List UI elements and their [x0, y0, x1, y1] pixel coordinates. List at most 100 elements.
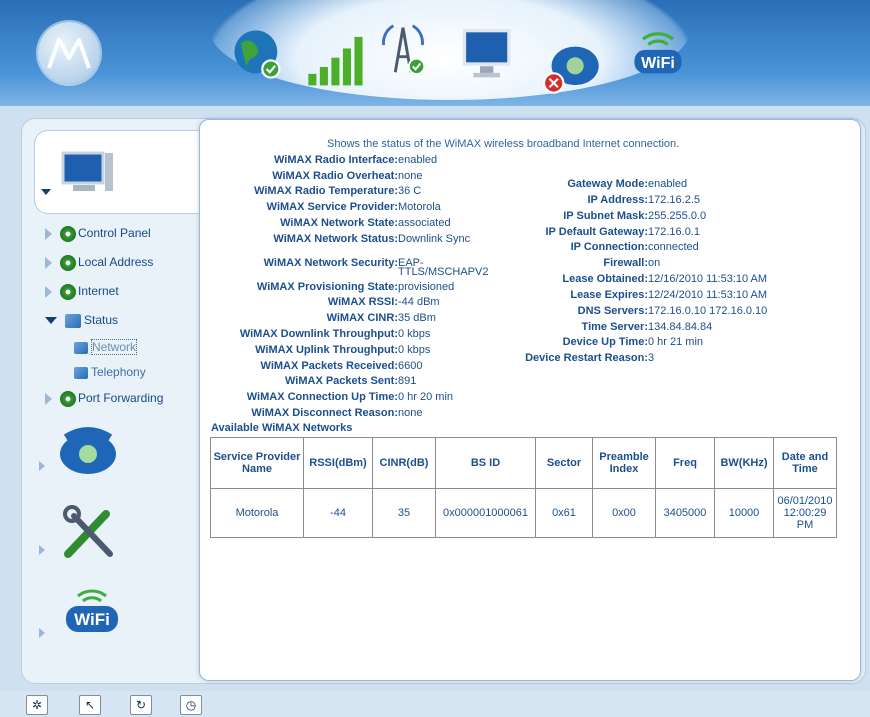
phone-error-icon[interactable]	[543, 38, 603, 98]
field-value: none	[398, 407, 423, 419]
status-icon	[74, 366, 88, 379]
page-description: Shows the status of the WiMAX wireless b…	[327, 138, 680, 150]
expand-icon[interactable]	[39, 461, 45, 471]
motorola-logo-icon	[38, 22, 100, 84]
sparkle-icon[interactable]: ✲	[26, 695, 48, 715]
tools-icon[interactable]	[60, 504, 120, 560]
column-header: Sector	[535, 437, 593, 489]
globe-check-icon[interactable]	[228, 24, 288, 84]
field-value: enabled	[398, 154, 438, 166]
expand-icon	[45, 393, 52, 405]
clock-icon[interactable]: ◷	[180, 695, 202, 715]
column-header: RSSI(dBm)	[303, 437, 373, 489]
field-label: WiMAX Network State:	[280, 217, 398, 229]
sidebar-subitem-network[interactable]: Network	[74, 339, 138, 355]
field-value: Motorola	[398, 201, 441, 213]
field-value: 0 hr 21 min	[648, 336, 704, 348]
field-label: IP Address:	[587, 194, 648, 206]
field-label: Device Up Time:	[562, 336, 648, 348]
table-cell: 0x000001000061	[435, 488, 536, 538]
field-value: provisioned	[398, 281, 455, 293]
table-cell: 06/01/2010 12:00:29 PM	[773, 488, 837, 538]
table-cell: -44	[303, 488, 373, 538]
field-value: 891	[398, 375, 417, 387]
table-cell: 10000	[714, 488, 774, 538]
field-value: 35 dBm	[398, 312, 436, 324]
field-value: associated	[398, 217, 451, 229]
sidebar-item-control-panel[interactable]: Control Panel	[45, 226, 151, 242]
field-value: 3	[648, 352, 655, 364]
field-value: 12/24/2010 11:53:10 AM	[648, 289, 768, 301]
field-value: 255.255.0.0	[648, 210, 707, 222]
field-label: WiMAX Network Status:	[273, 233, 398, 245]
status-icon	[74, 341, 88, 354]
field-value: 36 C	[398, 185, 422, 197]
table-cell: 0x61	[535, 488, 593, 538]
gear-icon	[60, 391, 76, 407]
column-header: BW(KHz)	[714, 437, 774, 489]
field-label: IP Default Gateway:	[545, 226, 649, 238]
header-banner	[0, 0, 870, 106]
collapse-icon	[45, 317, 57, 325]
wifi-icon[interactable]: WiFi	[60, 584, 124, 636]
table-cell: Motorola	[210, 488, 304, 538]
field-label: WiMAX Uplink Throughput:	[255, 344, 398, 356]
field-value: 172.16.0.1	[648, 226, 700, 238]
computer-icon	[61, 151, 113, 191]
field-label: WiMAX Network Security:	[263, 257, 398, 269]
field-label: WiMAX Packets Received:	[260, 360, 398, 372]
table-cell: 35	[372, 488, 436, 538]
field-label: WiMAX Radio Overheat:	[272, 170, 398, 182]
expand-icon[interactable]	[39, 628, 45, 638]
networks-table: Service Provider Name RSSI(dBm) CINR(dB)…	[210, 437, 837, 538]
tower-check-icon[interactable]	[373, 18, 433, 78]
expand-icon[interactable]	[39, 545, 45, 555]
field-value: 12/16/2010 11:53:10 AM	[648, 273, 768, 285]
table-cell: 0x00	[592, 488, 656, 538]
sidebar-item-label: Internet	[78, 284, 119, 299]
field-label: Time Server:	[581, 321, 648, 333]
svg-text:WiFi: WiFi	[641, 54, 675, 72]
field-value: none	[398, 170, 423, 182]
field-label: WiMAX CINR:	[326, 312, 398, 324]
refresh-icon[interactable]: ↻	[130, 695, 152, 715]
sidebar-item-label: Status	[84, 313, 119, 327]
wifi-icon[interactable]: WiFi	[628, 22, 688, 82]
field-label: WiMAX Downlink Throughput:	[239, 328, 398, 340]
field-label: Lease Obtained:	[562, 273, 648, 285]
gear-icon	[60, 255, 76, 271]
column-header: CINR(dB)	[372, 437, 436, 489]
signal-bars-icon[interactable]	[306, 30, 366, 90]
chevron-down-icon	[41, 189, 51, 195]
field-value: 0 kbps	[398, 328, 431, 340]
column-header: Preamble Index	[592, 437, 656, 489]
sidebar-item-internet[interactable]: Internet	[45, 284, 119, 300]
column-header: Date and Time	[773, 437, 837, 489]
table-row[interactable]: Motorola -44 35 0x000001000061 0x61 0x00…	[210, 488, 837, 538]
field-value: Downlink Sync	[398, 233, 471, 245]
security-value-line2: TTLS/MSCHAPV2	[398, 266, 489, 278]
field-value: connected	[648, 241, 699, 253]
monitor-icon[interactable]	[460, 24, 520, 84]
sidebar-item-status[interactable]: Status	[45, 313, 118, 328]
column-header: Service Provider Name	[210, 437, 304, 489]
field-label: WiMAX Provisioning State:	[256, 281, 398, 293]
field-label: WiMAX Radio Interface:	[274, 154, 398, 166]
sidebar-item-local-address[interactable]: Local Address	[45, 255, 153, 271]
sidebar-item-label: Control Panel	[78, 226, 151, 241]
svg-text:WiFi: WiFi	[74, 610, 110, 629]
column-header: Freq	[655, 437, 715, 489]
sidebar-item-label: Telephony	[91, 365, 146, 379]
field-label: IP Subnet Mask:	[563, 210, 648, 222]
status-icon	[65, 313, 81, 328]
computer-tab[interactable]	[34, 130, 210, 214]
cursor-icon[interactable]: ↖	[79, 695, 101, 715]
telephone-icon[interactable]	[56, 424, 120, 476]
field-label: DNS Servers:	[577, 305, 648, 317]
sidebar-subitem-telephony[interactable]: Telephony	[74, 365, 146, 379]
field-value: 6600	[398, 360, 423, 372]
sidebar-item-port-forwarding[interactable]: Port Forwarding	[45, 391, 163, 407]
sidebar-item-label: Port Forwarding	[78, 391, 164, 406]
field-value: enabled	[648, 178, 688, 190]
table-cell: 3405000	[655, 488, 715, 538]
